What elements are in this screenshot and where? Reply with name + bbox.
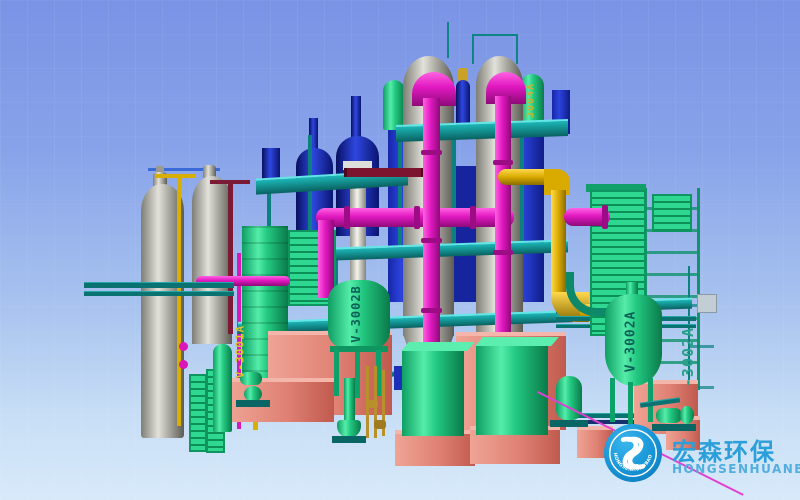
- pipe-flange: [344, 206, 350, 229]
- pipe-flange: [493, 250, 513, 255]
- magenta-elbow-down: [318, 220, 334, 298]
- equipment-tag-v3002a: V-3002A: [624, 300, 639, 384]
- pipe-flange: [470, 206, 476, 229]
- pipe-flange: [602, 205, 608, 229]
- pipe-flange: [414, 206, 420, 229]
- green-cylinder: [383, 80, 405, 130]
- vessel-leg: [355, 352, 360, 398]
- maroon-beam: [344, 168, 424, 177]
- green-thin-tower: [189, 374, 207, 452]
- pump-base: [332, 436, 366, 443]
- deck-post: [520, 136, 524, 246]
- valve-handwheel: [179, 360, 188, 369]
- vessel-leg: [628, 382, 633, 426]
- valve-handwheel: [179, 342, 188, 351]
- company-logo-badge: HONGSENHUANBAO: [604, 424, 662, 482]
- green-tank-box-2-top: [475, 337, 559, 346]
- right-edge-box: [697, 294, 717, 313]
- green-tank-box-1: [402, 350, 464, 436]
- yellow-pipe-vertical: [177, 178, 181, 426]
- pipe-flange: [421, 150, 442, 155]
- equipment-tag-3002a-leader: -3002A: [679, 317, 697, 397]
- teal-pipe-run: [84, 282, 234, 288]
- pipe-flange: [421, 308, 442, 313]
- company-name-en: HONGSENHUANBAO: [672, 462, 800, 476]
- pump-motor: [656, 408, 682, 423]
- pump-base: [550, 420, 588, 427]
- pump-stem: [344, 378, 355, 426]
- equipment-tag-3004a: 3004A: [526, 74, 537, 128]
- yellow-pipe-vertical: [551, 190, 566, 298]
- logo-badge-svg: HONGSENHUANBAO: [604, 424, 662, 482]
- storage-tank-2: [192, 176, 232, 344]
- green-tank-box-1-top: [401, 342, 475, 351]
- pump-base: [236, 400, 270, 407]
- equipment-tag-v3001a: V-3001A: [234, 317, 247, 387]
- vessel-leg: [610, 378, 615, 422]
- plate-heat-exchanger-small: [652, 194, 692, 232]
- deck-post: [398, 136, 402, 246]
- pump-volute: [680, 406, 694, 424]
- vessel-leg: [334, 350, 339, 396]
- gold-valve-body: [368, 400, 378, 408]
- green-cylinder-small: [213, 344, 232, 432]
- deck-post: [452, 136, 456, 246]
- plant-3d-render: V-3001A V-3002B V-3002A -3002A 3004A HON: [0, 0, 800, 500]
- pipe-flange: [421, 238, 442, 243]
- maroon-pipe-vertical: [228, 182, 233, 334]
- pipe-flange: [493, 160, 513, 165]
- equipment-tag-v3002b: V-3002B: [349, 274, 363, 354]
- teal-pipe-run: [84, 291, 234, 296]
- gold-valve-body: [374, 420, 386, 429]
- yellow-pipe-horizontal: [155, 174, 195, 178]
- column-vent-line: [447, 22, 449, 58]
